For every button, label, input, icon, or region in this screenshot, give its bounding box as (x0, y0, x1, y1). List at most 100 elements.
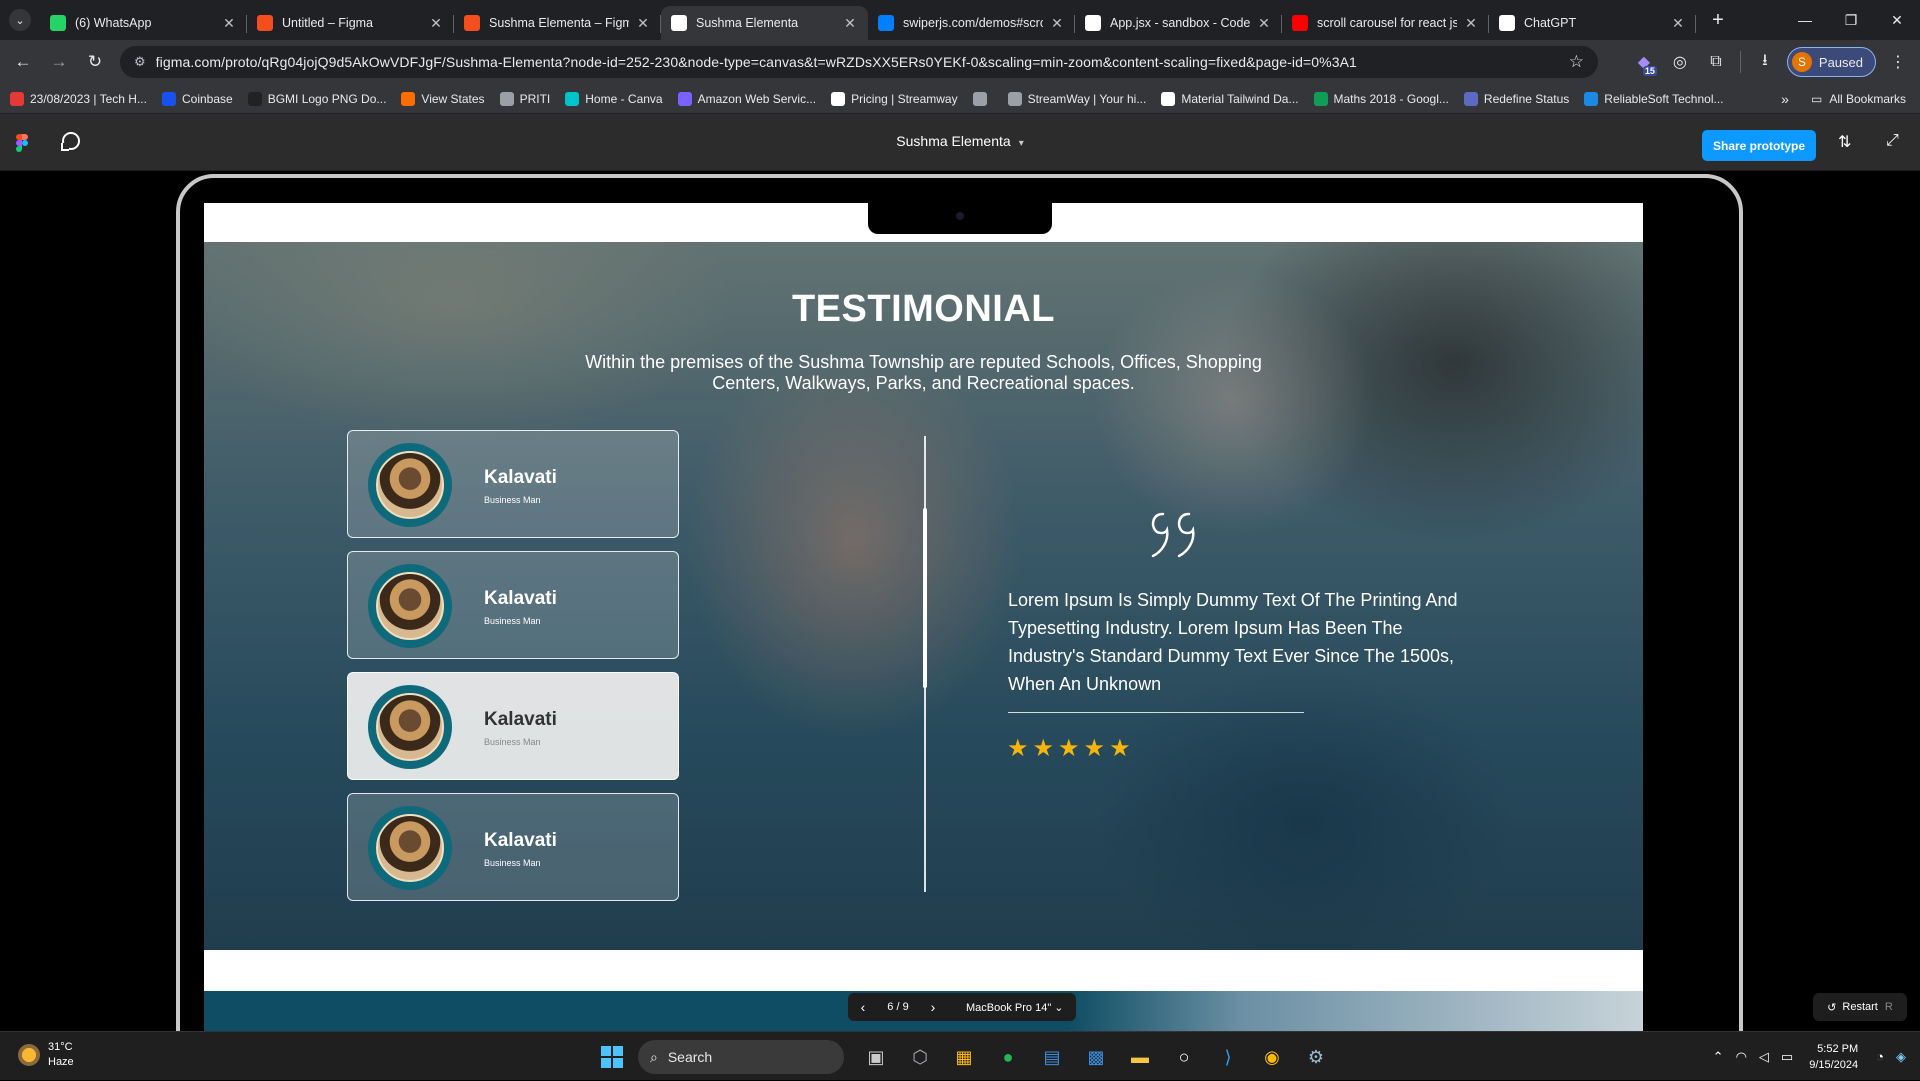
forward-button[interactable]: → (42, 45, 76, 79)
browser-tab[interactable]: App.jsx - sandbox - Code ✕ (1075, 6, 1282, 40)
testimonial-card[interactable]: Kalavati Business Man (347, 672, 679, 780)
restore-button[interactable]: ❐ (1828, 0, 1874, 40)
task-view-icon[interactable]: ▣ (858, 1039, 894, 1075)
carousel-scroll-thumb[interactable] (923, 508, 927, 688)
search-placeholder: Search (667, 1049, 713, 1065)
vscode-icon[interactable]: ⟩ (1210, 1039, 1246, 1075)
bookmark-item[interactable]: Pricing | Streamway (831, 91, 958, 106)
device-select[interactable]: MacBook Pro 14" ⌄ (948, 1001, 1076, 1014)
browser-tab[interactable]: swiperjs.com/demos#scro ✕ (868, 6, 1075, 40)
close-tab-icon[interactable]: ✕ (1463, 15, 1479, 32)
extension-icon[interactable]: ◆ 15 (1626, 44, 1662, 80)
minimize-button[interactable]: — (1782, 0, 1828, 40)
new-tab-button[interactable]: + (1700, 2, 1736, 38)
previous-frame-button[interactable]: ‹ (848, 999, 878, 1015)
close-tab-icon[interactable]: ✕ (221, 15, 237, 32)
windows-start-icon[interactable] (594, 1039, 630, 1075)
browser-tab[interactable]: Sushma Elementa ✕ (661, 6, 868, 40)
bookmark-label: Pricing | Streamway (851, 91, 958, 106)
bookmark-item[interactable]: View States (401, 91, 485, 106)
next-frame-button[interactable]: › (918, 999, 948, 1015)
bookmark-item[interactable] (972, 91, 993, 106)
volume-icon[interactable]: ◁ (1759, 1049, 1769, 1065)
more-bookmarks-icon[interactable]: » (1781, 91, 1789, 107)
copilot-icon[interactable]: ⬡ (902, 1039, 938, 1075)
fullscreen-icon[interactable]: ⤢ (1886, 132, 1899, 150)
bookmark-item[interactable]: Coinbase (161, 91, 233, 106)
chrome-icon[interactable]: ◉ (1254, 1039, 1290, 1075)
site-info-icon[interactable]: ⚙ (134, 54, 146, 70)
browser-tab[interactable]: (6) WhatsApp ✕ (40, 6, 247, 40)
file-explorer-icon[interactable]: ▬ (1122, 1039, 1158, 1075)
prototype-canvas: TESTIMONIAL Within the premises of the S… (0, 171, 1920, 1031)
clock-date: 9/15/2024 (1809, 1058, 1859, 1071)
clock[interactable]: 5:52 PM 9/15/2024 (1809, 1041, 1858, 1073)
weather-widget[interactable]: 31°C Haze (18, 1040, 74, 1070)
browser-tab[interactable]: scroll carousel for react js ✕ (1282, 6, 1489, 40)
download-icon[interactable]: ⭳ (1747, 44, 1783, 80)
bookmark-item[interactable]: Redefine Status (1463, 91, 1569, 106)
microsoft-store-icon[interactable]: ▦ (946, 1039, 982, 1075)
notification-bell-icon[interactable]: ◔ (1876, 1049, 1884, 1064)
settings-gear-icon[interactable]: ⚙ (1298, 1039, 1334, 1075)
extensions-puzzle-icon[interactable]: ⧉ (1698, 44, 1734, 80)
close-tab-icon[interactable]: ✕ (635, 15, 651, 32)
back-button[interactable]: ← (6, 45, 40, 79)
bookmark-item[interactable]: BGMI Logo PNG Do... (247, 91, 386, 106)
browser-tab[interactable]: ChatGPT ✕ (1489, 6, 1696, 40)
spotify-icon[interactable]: ● (990, 1039, 1026, 1075)
star-icon: ★ (1007, 735, 1029, 762)
address-bar[interactable]: ⚙ figma.com/proto/qRg04jojQ9d5AkOwVDFJgF… (120, 46, 1598, 78)
close-tab-icon[interactable]: ✕ (1670, 15, 1686, 32)
bookmark-item[interactable]: Amazon Web Servic... (677, 91, 816, 106)
extension-badge: 15 (1642, 66, 1657, 76)
photos-icon[interactable]: ▤ (1034, 1039, 1070, 1075)
kebab-menu-icon[interactable]: ⋮ (1880, 44, 1916, 80)
restart-button[interactable]: ↺ Restart R (1813, 993, 1907, 1021)
windows-taskbar: 31°C Haze ⌕ Search ▣ ⬡ ▦ ● ▤ ▩ ▬ ○ ⟩ ◉ ⚙… (0, 1031, 1920, 1080)
browser-tab[interactable]: Sushma Elementa – Figma ✕ (454, 6, 661, 40)
close-tab-icon[interactable]: ✕ (1049, 15, 1065, 32)
windows-app-icon[interactable]: ▩ (1078, 1039, 1114, 1075)
tab-title: Sushma Elementa (696, 16, 799, 30)
bookmark-favicon-icon (247, 91, 262, 106)
taskbar-search[interactable]: ⌕ Search (638, 1040, 844, 1074)
testimonial-card[interactable]: Kalavati Business Man (347, 793, 679, 901)
bookmark-star-icon[interactable]: ☆ (1569, 52, 1584, 72)
browser-tab[interactable]: Untitled – Figma ✕ (247, 6, 454, 40)
settings-sliders-icon[interactable]: ⇅ (1838, 132, 1851, 152)
temperature: 31°C (48, 1041, 73, 1053)
close-tab-icon[interactable]: ✕ (842, 15, 858, 32)
tab-title: Untitled – Figma (282, 16, 374, 30)
share-prototype-button[interactable]: Share prototype (1702, 130, 1816, 161)
bookmark-item[interactable]: Material Tailwind Da... (1161, 91, 1299, 106)
bookmark-item[interactable]: 23/08/2023 | Tech H... (10, 91, 147, 106)
bookmark-item[interactable]: Maths 2018 - Googl... (1313, 91, 1449, 106)
tab-search-button[interactable]: ⌄ (0, 0, 40, 40)
battery-icon[interactable]: ▭ (1781, 1049, 1793, 1065)
bookmark-favicon-icon (499, 91, 514, 106)
testimonial-role: Business Man (484, 616, 541, 626)
close-tab-icon[interactable]: ✕ (1256, 15, 1272, 32)
all-bookmarks-link[interactable]: All Bookmarks (1829, 92, 1906, 106)
close-tab-icon[interactable]: ✕ (428, 15, 444, 32)
profile-button[interactable]: S Paused (1786, 47, 1876, 77)
tab-title: scroll carousel for react js (1317, 16, 1457, 30)
chevron-up-icon[interactable]: ⌃ (1713, 1049, 1724, 1065)
testimonial-card[interactable]: Kalavati Business Man (347, 551, 679, 659)
reload-button[interactable]: ↻ (78, 45, 112, 79)
tab-title: (6) WhatsApp (75, 16, 152, 30)
bookmark-item[interactable]: PRITI (499, 91, 550, 106)
avatar-ring (368, 806, 452, 890)
close-window-button[interactable]: ✕ (1874, 0, 1920, 40)
bookmark-item[interactable]: StreamWay | Your hi... (1007, 91, 1146, 106)
testimonial-card[interactable]: Kalavati Business Man (347, 430, 679, 538)
extension-target-icon[interactable]: ◎ (1662, 44, 1698, 80)
bookmark-item[interactable]: ReliableSoft Technol... (1584, 91, 1723, 106)
testimonial-heading: TESTIMONIAL (791, 288, 1056, 330)
prototype-title[interactable]: Sushma Elementa ▾ (0, 133, 1920, 149)
wifi-icon[interactable]: ◠ (1736, 1049, 1747, 1065)
bookmark-item[interactable]: Home - Canva (565, 91, 663, 106)
opera-icon[interactable]: ○ (1166, 1039, 1202, 1075)
copilot-tray-icon[interactable]: ◈ (1896, 1049, 1906, 1065)
